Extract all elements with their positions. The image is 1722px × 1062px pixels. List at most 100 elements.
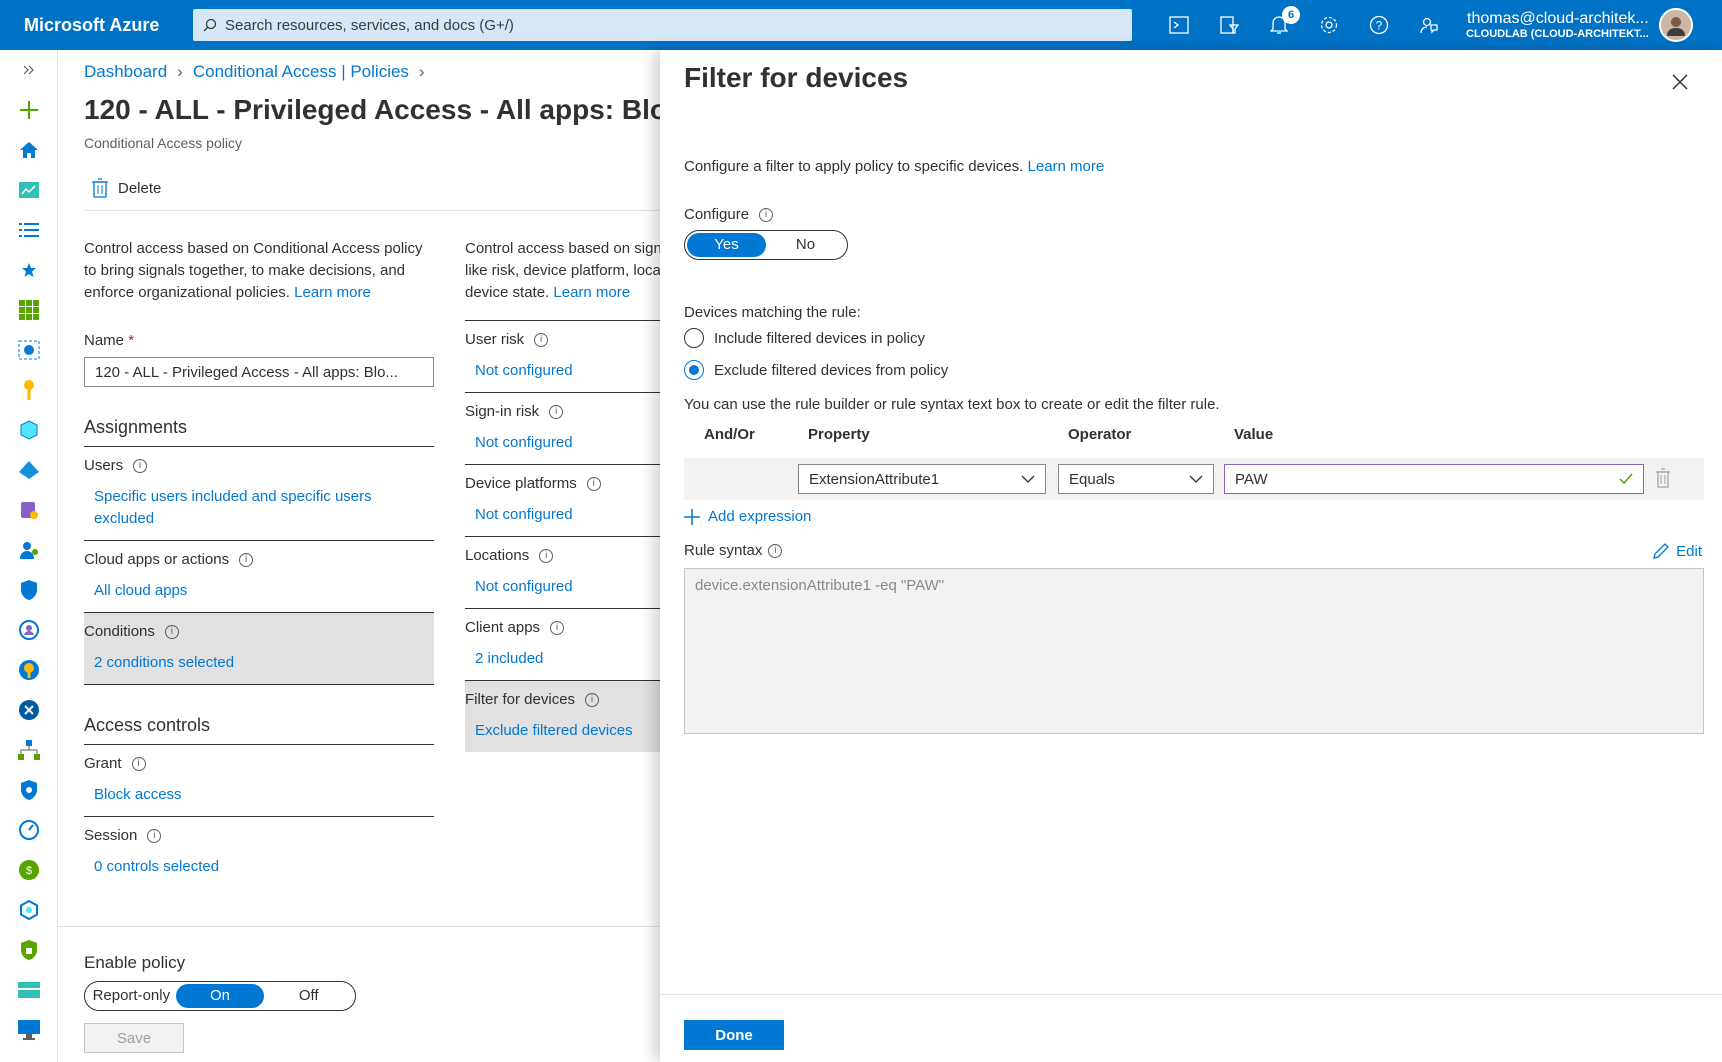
learn-more-link[interactable]: Learn more: [1028, 158, 1105, 175]
cloud-apps-value[interactable]: All cloud apps: [84, 580, 434, 602]
cloud-shell-icon[interactable]: [1154, 0, 1204, 50]
session-control[interactable]: Session i 0 controls selected: [84, 817, 434, 888]
learn-more-link[interactable]: Learn more: [553, 284, 630, 301]
toggle-report-only[interactable]: Report-only: [87, 984, 176, 1008]
devops-icon[interactable]: [0, 690, 58, 730]
conditions-value[interactable]: 2 conditions selected: [84, 652, 434, 674]
device-platforms-value[interactable]: Not configured: [465, 504, 665, 526]
feedback-icon[interactable]: [1404, 0, 1454, 50]
security-shield-icon[interactable]: [0, 570, 58, 610]
exclude-filtered-radio[interactable]: Exclude filtered devices from policy: [684, 360, 948, 380]
settings-gear-icon[interactable]: [1304, 0, 1354, 50]
radio-checked[interactable]: [684, 360, 704, 380]
info-icon: i: [164, 624, 179, 639]
breadcrumb-dashboard[interactable]: Dashboard: [84, 62, 167, 82]
property-dropdown[interactable]: ExtensionAttribute1: [798, 464, 1046, 494]
directory-filter-icon[interactable]: [1204, 0, 1254, 50]
user-risk-condition[interactable]: User risk i Not configured: [465, 320, 665, 393]
all-resources-grid-icon[interactable]: [0, 290, 58, 330]
resource-groups-icon[interactable]: [0, 330, 58, 370]
info-icon: i: [133, 458, 148, 473]
session-value[interactable]: 0 controls selected: [84, 856, 434, 878]
breadcrumb-policies[interactable]: Conditional Access | Policies: [193, 62, 409, 82]
search-placeholder: Search resources, services, and docs (G+…: [225, 16, 514, 34]
configure-no[interactable]: No: [766, 233, 845, 257]
client-apps-value[interactable]: 2 included: [465, 648, 665, 670]
help-icon[interactable]: ?: [1354, 0, 1404, 50]
locations-value[interactable]: Not configured: [465, 576, 665, 598]
sign-in-risk-condition[interactable]: Sign-in risk i Not configured: [465, 393, 665, 465]
include-filtered-radio[interactable]: Include filtered devices in policy: [684, 328, 925, 348]
create-resource-icon[interactable]: [0, 90, 58, 130]
search-input[interactable]: Search resources, services, and docs (G+…: [193, 9, 1132, 41]
advisor-icon[interactable]: [0, 650, 58, 690]
cloud-apps-assignment[interactable]: Cloud apps or actions i All cloud apps: [84, 541, 434, 613]
delete-button[interactable]: Delete: [92, 178, 161, 198]
plus-icon: [684, 508, 700, 525]
extensions-hex-icon[interactable]: [0, 890, 58, 930]
users-value[interactable]: Specific users included and specific use…: [84, 486, 434, 530]
monitor-gauge-icon[interactable]: [0, 810, 58, 850]
edit-rule-button[interactable]: Edit: [1652, 542, 1702, 560]
user-risk-label: User risk: [465, 331, 525, 348]
app-services-icon[interactable]: [0, 410, 58, 450]
divider: [84, 210, 664, 211]
expand-menu-icon[interactable]: [0, 50, 58, 90]
conditions-assignment[interactable]: Conditions i 2 conditions selected: [84, 613, 434, 685]
configure-toggle[interactable]: Yes No: [684, 230, 848, 260]
virtual-machine-icon[interactable]: [0, 1010, 58, 1050]
storage-icon[interactable]: [0, 970, 58, 1010]
client-apps-condition[interactable]: Client apps i 2 included: [465, 609, 665, 681]
network-topology-icon[interactable]: [0, 730, 58, 770]
info-icon: i: [759, 207, 774, 222]
col-operator: Operator: [1068, 426, 1132, 443]
grant-value[interactable]: Block access: [84, 784, 434, 806]
enable-policy-toggle[interactable]: Report-only On Off: [84, 981, 356, 1011]
info-icon: i: [585, 692, 600, 707]
search-icon: [203, 18, 217, 32]
configure-label: Configure i: [684, 206, 774, 223]
sign-in-risk-value[interactable]: Not configured: [465, 432, 665, 454]
locations-condition[interactable]: Locations i Not configured: [465, 537, 665, 609]
operator-value: Equals: [1069, 470, 1115, 488]
avatar[interactable]: [1658, 8, 1693, 42]
chevron-right-icon: ›: [418, 62, 425, 81]
azure-ad-icon[interactable]: [0, 450, 58, 490]
delete-row-trash-icon[interactable]: [1656, 468, 1670, 492]
value-input[interactable]: PAW: [1224, 464, 1644, 494]
users-assignment[interactable]: Users i Specific users included and speci…: [84, 447, 434, 541]
rule-syntax-textbox[interactable]: device.extensionAttribute1 -eq "PAW": [684, 568, 1704, 734]
brand-logo[interactable]: Microsoft Azure: [0, 15, 190, 36]
lock-shield-icon[interactable]: [0, 930, 58, 970]
identity-protection-icon[interactable]: [0, 610, 58, 650]
save-button[interactable]: Save: [84, 1023, 184, 1053]
users-icon[interactable]: [0, 530, 58, 570]
policy-name-input[interactable]: 120 - ALL - Privileged Access - All apps…: [84, 357, 434, 387]
grant-control[interactable]: Grant i Block access: [84, 745, 434, 817]
filter-devices-condition[interactable]: Filter for devices i Exclude filtered dev…: [465, 681, 665, 752]
all-services-icon[interactable]: [0, 210, 58, 250]
key-vault-icon[interactable]: [0, 370, 58, 410]
user-risk-value[interactable]: Not configured: [465, 360, 665, 382]
enterprise-apps-icon[interactable]: [0, 490, 58, 530]
configure-yes[interactable]: Yes: [687, 233, 766, 257]
filter-devices-value[interactable]: Exclude filtered devices: [465, 720, 665, 742]
dashboard-icon[interactable]: [0, 170, 58, 210]
toggle-off[interactable]: Off: [264, 984, 353, 1008]
defender-icon[interactable]: [0, 770, 58, 810]
radio-unchecked[interactable]: [684, 328, 704, 348]
toggle-on[interactable]: On: [175, 984, 265, 1008]
info-icon: i: [147, 828, 162, 843]
cost-management-icon[interactable]: $: [0, 850, 58, 890]
grant-label: Grant: [84, 755, 122, 772]
device-platforms-condition[interactable]: Device platforms i Not configured: [465, 465, 665, 537]
notifications-icon[interactable]: 6: [1254, 0, 1304, 50]
done-button[interactable]: Done: [684, 1020, 784, 1050]
learn-more-link[interactable]: Learn more: [294, 284, 371, 301]
account-info[interactable]: thomas@cloud-architek... CLOUDLAB (CLOUD…: [1466, 9, 1649, 41]
close-icon[interactable]: [1668, 70, 1692, 94]
add-expression-button[interactable]: Add expression: [684, 508, 811, 525]
operator-dropdown[interactable]: Equals: [1058, 464, 1214, 494]
favorites-star-icon[interactable]: [0, 250, 58, 290]
home-icon[interactable]: [0, 130, 58, 170]
